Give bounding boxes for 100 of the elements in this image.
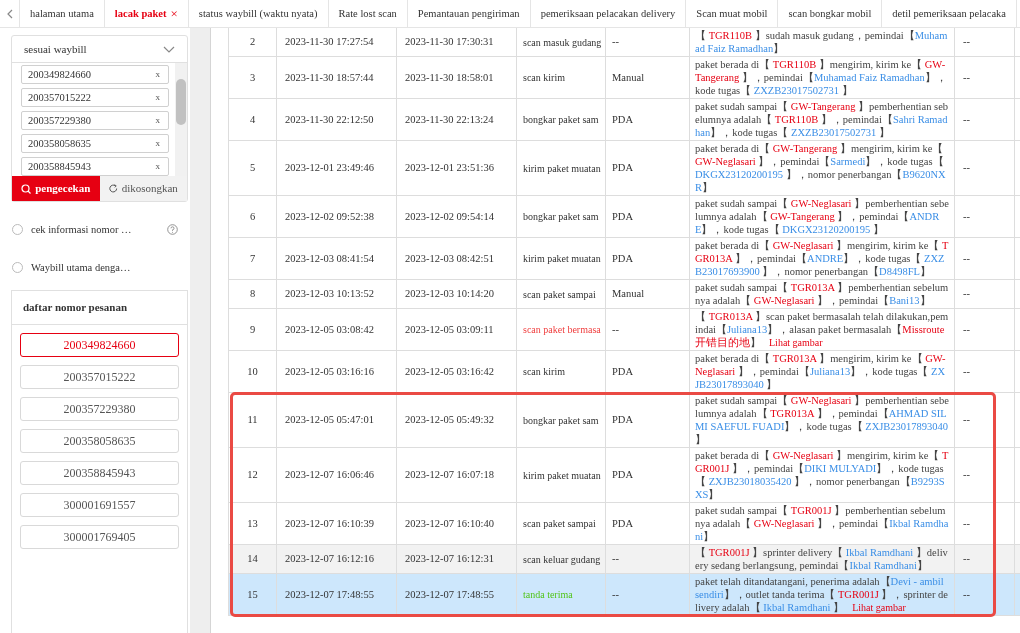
- table-row[interactable]: 4 2023-11-30 22:12:50 2023-11-30 22:13:24 bongkar paket sam PDA paket sudah sampai【 GW-Tangerang 】pemberhentian sebelumnya adalah【 TGR110B 】，pemindai【Sahri Ramadhan】，kode tugas【 ZXZB23017502731 】 --: [228, 99, 1020, 141]
- tab[interactable]: lacak paket ×: [104, 0, 189, 27]
- scrollbar-thumb[interactable]: [176, 79, 186, 125]
- table-cell-text: 2023-12-07 16:10:40: [405, 516, 494, 531]
- table-cell-text: 2023-12-02 09:52:38: [285, 209, 374, 224]
- table-cell-text: 2023-11-30 18:57:44: [285, 70, 374, 85]
- table-cell-text: 2023-12-05 03:08:42: [285, 322, 374, 337]
- table-cell-text: tanda terima: [523, 588, 573, 602]
- table-cell-text: 2023-12-07 16:06:46: [285, 468, 374, 483]
- table-row[interactable]: [228, 448, 1020, 503]
- table-row[interactable]: [228, 238, 1020, 280]
- table-cell-text: --: [963, 35, 970, 50]
- table-row[interactable]: [228, 141, 1020, 196]
- remove-chip-button[interactable]: x: [155, 67, 160, 82]
- order-number-item[interactable]: 300001691557: [20, 492, 179, 517]
- tab-close-button[interactable]: ×: [170, 3, 178, 24]
- waybill-chip[interactable]: 200358058635 x: [21, 134, 169, 153]
- reset-button[interactable]: dikosongkan: [99, 176, 187, 201]
- order-number-item[interactable]: 300001769405: [20, 524, 179, 549]
- waybill-chip[interactable]: 200357015222 x: [21, 88, 169, 107]
- search-icon: [21, 183, 32, 194]
- remove-chip-button[interactable]: x: [155, 90, 160, 105]
- tracking-detail: 【 TGR013A 】scan paket bermasalah telah dilakukan,pemindai【Juliana13】，alasan paket bermasalah【Missroute开错目的地】 Lihat gambar: [690, 309, 955, 350]
- table-cell-text: --: [612, 35, 619, 50]
- table-row[interactable]: [228, 393, 1020, 448]
- tab[interactable]: status waybill (waktu nyata): [188, 0, 329, 27]
- table-cell-text: --: [963, 516, 970, 531]
- order-number-item[interactable]: 200357015222: [20, 364, 179, 389]
- tracking-detail: paket telah ditandatangani, penerima adalah【Devi - ambil sendiri】，outlet tanda terima【 TGR001J 】，sprinter delivery adalah【 Ikbal Ramdhani 】 Lihat gambar: [690, 574, 955, 615]
- table-cell-text: 15: [247, 587, 258, 602]
- table-cell-text: 3: [249, 70, 256, 85]
- table-cell-text: 2023-12-07 17:48:55: [285, 587, 374, 602]
- search-mode-dropdown[interactable]: sesuai waybill: [12, 36, 187, 63]
- table-cell-text: PDA: [612, 468, 633, 483]
- tab[interactable]: scan bongkar mobil: [778, 0, 883, 27]
- table-cell-text: 2: [249, 35, 256, 50]
- table-cell-text: 2023-12-05 03:16:42: [405, 364, 494, 379]
- table-row[interactable]: 3 2023-11-30 18:57:44 2023-11-30 18:58:01 scan kirim Manual paket berada di【 TGR110B 】mengirim, kirim ke【 GW-Tangerang 】，pemindai【Muhamad Faiz Ramadhan】，kode tugas【 ZXZB23017502731 】 --: [228, 57, 1020, 99]
- table-cell-text: --: [963, 70, 970, 85]
- waybill-chip[interactable]: 200349824660 x: [21, 65, 169, 84]
- tab[interactable]: Pemantauan pengiriman: [407, 0, 531, 27]
- table-cell-text: scan keluar gudang: [523, 552, 601, 567]
- tab[interactable]: detil pemeriksaan pelacaka: [882, 0, 1017, 27]
- table-cell-text: --: [612, 322, 619, 337]
- table-row[interactable]: 10 2023-12-05 03:16:16 2023-12-05 03:16:42 scan kirim PDA paket berada di【 TGR013A 】mengirim, kirim ke【 GW-Neglasari 】，pemindai【Juliana13】，kode tugas【 ZXJB23017893040 】 --: [228, 351, 1020, 393]
- table-cell-text: Manual: [612, 287, 645, 302]
- table-cell-text: 11: [247, 413, 258, 428]
- table-cell-text: 12: [247, 468, 258, 483]
- table-cell-text: PDA: [612, 413, 633, 428]
- table-cell-text: 2023-12-07 16:12:31: [405, 552, 494, 567]
- waybill-chip[interactable]: 200357229380 x: [21, 111, 169, 130]
- table-cell-text: scan paket sampai: [523, 287, 596, 302]
- table-cell-text: 2023-12-05 03:09:11: [405, 322, 494, 337]
- table-cell-text: kirim paket muatan: [523, 252, 601, 266]
- table-cell-text: --: [612, 552, 619, 567]
- table-row[interactable]: [228, 574, 1020, 616]
- order-number-item[interactable]: 200349824660: [20, 332, 179, 357]
- tracking-detail: paket sudah sampai【 TGR001J 】pemberhentian sebelumnya adalah【 GW-Neglasari 】，pemindai【Ikbal Ramdhani】: [690, 503, 955, 544]
- remove-chip-button[interactable]: x: [155, 159, 160, 174]
- table-cell-text: bongkar paket sam: [523, 210, 599, 224]
- table-cell-text: PDA: [612, 364, 633, 379]
- table-cell-text: 2023-12-05 05:49:32: [405, 413, 494, 428]
- order-number-item[interactable]: 200357229380: [20, 396, 179, 421]
- table-row[interactable]: 14 2023-12-07 16:12:16 2023-12-07 16:12:31 scan keluar gudang -- 【 TGR001J 】sprinter delivery【 Ikbal Ramdhani 】delivery sedang berlangsung, pemindai【Ikbal Ramdhani】 --: [228, 545, 1020, 574]
- waybill-chip[interactable]: 200358845943 x: [21, 157, 169, 176]
- table-cell-text: scan paket bermasa: [523, 323, 601, 337]
- search-button[interactable]: pengecekan: [12, 176, 100, 201]
- help-icon: [167, 224, 178, 236]
- table-cell-text: 2023-12-01 23:49:46: [285, 161, 374, 176]
- chevron-down-icon: [163, 45, 175, 53]
- table-cell-text: 2023-12-03 10:13:52: [285, 287, 374, 302]
- table-cell-text: PDA: [612, 161, 633, 176]
- table-row[interactable]: 6 2023-12-02 09:52:38 2023-12-02 09:54:14 bongkar paket sam PDA paket sudah sampai【 GW-Neglasari 】pemberhentian sebelumnya adalah【 GW-Tangerang 】，pemindai【ANDRE】，kode tugas【 DKGX23120200195 】 --: [228, 196, 1020, 238]
- table-row[interactable]: 13 2023-12-07 16:10:39 2023-12-07 16:10:40 scan paket sampai PDA paket sudah sampai【 TGR001J 】pemberhentian sebelumnya adalah【 GW-Neglasari 】，pemindai【Ikbal Ramdhani】 --: [228, 503, 1020, 545]
- remove-chip-button[interactable]: x: [155, 113, 160, 128]
- tab[interactable]: halaman utama: [20, 0, 105, 27]
- table-cell-text: 2023-11-30 18:58:01: [405, 70, 494, 85]
- table-cell-text: 2023-11-30 17:27:54: [285, 35, 374, 50]
- table-row[interactable]: 9 2023-12-05 03:08:42 2023-12-05 03:09:11 scan paket bermasa -- 【 TGR013A 】scan paket bermasalah telah dilakukan,pemindai【Juliana13】，alasan paket bermasalah【Missroute开错目的地】 Lihat gambar --: [228, 309, 1020, 351]
- table-cell-text: --: [963, 161, 970, 176]
- table-cell-text: bongkar paket sam: [523, 413, 599, 428]
- tab[interactable]: Scan muat mobil: [686, 0, 779, 27]
- table-cell-text: scan paket sampai: [523, 517, 596, 531]
- table-cell-text: --: [963, 413, 970, 428]
- remove-chip-button[interactable]: x: [155, 136, 160, 151]
- tab[interactable]: pemeriksaan pelacakan delivery: [530, 0, 687, 27]
- table-cell-text: bongkar paket sam: [523, 113, 599, 127]
- order-number-item[interactable]: 200358058635: [20, 428, 179, 453]
- table-cell-text: 5: [249, 161, 256, 176]
- table-cell-text: 2023-11-30 22:13:24: [405, 112, 494, 127]
- order-number-item[interactable]: 200358845943: [20, 460, 179, 485]
- view-image-link[interactable]: Lihat gambar: [852, 602, 906, 613]
- table-row[interactable]: 8 2023-12-03 10:13:52 2023-12-03 10:14:20 scan paket sampai Manual paket sudah sampai【 TGR013A 】pemberhentian sebelumnya adalah【 GW-Neglasari 】，pemindai【Bani13】 --: [228, 280, 1020, 309]
- view-image-link[interactable]: Lihat gambar: [769, 337, 823, 348]
- table-row[interactable]: 2 2023-11-30 17:27:54 2023-11-30 17:30:31 scan masuk gudang -- 【 TGR110B 】sudah masuk gudang，pemindai【Muhamad Faiz Ramadhan】 --: [228, 28, 1020, 57]
- table-cell-text: 10: [247, 364, 258, 379]
- tab[interactable]: Rate lost scan: [328, 0, 408, 27]
- table-cell-text: 13: [247, 516, 258, 531]
- table-cell-text: 2023-12-07 16:10:39: [285, 516, 374, 531]
- table-cell-text: scan masuk gudang: [523, 35, 602, 50]
